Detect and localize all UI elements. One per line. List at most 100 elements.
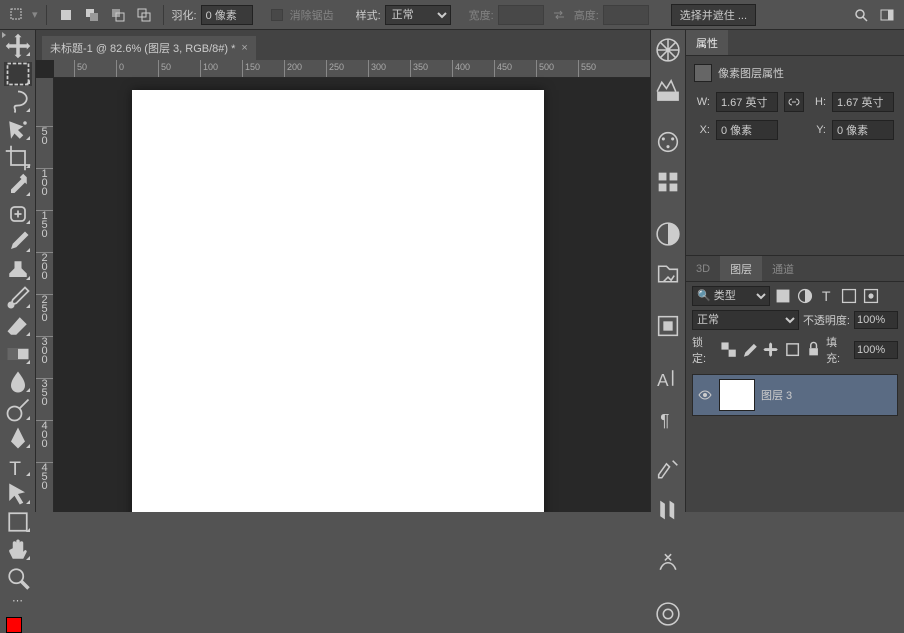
x-input[interactable] (716, 120, 778, 140)
link-wh-icon[interactable] (784, 92, 804, 112)
filter-smart-icon[interactable] (862, 287, 880, 305)
feather-label: 羽化: (172, 7, 197, 23)
select-and-mask-button[interactable]: 选择并遮住 ... (671, 4, 756, 26)
fill-label: 填充: (826, 334, 850, 366)
fill-input[interactable] (854, 341, 898, 359)
panel-strip: A ¶ (650, 30, 686, 512)
brush-settings-icon[interactable] (654, 456, 682, 484)
canvas-wrap: 50050100150200250300350400450500550 5010… (36, 60, 650, 512)
type-tool[interactable]: T (4, 454, 32, 478)
antialias-label: 消除锯齿 (290, 7, 334, 23)
document-tabbar: 未标题-1 @ 82.6% (图层 3, RGB/8#) * × (36, 30, 650, 60)
hand-tool[interactable] (4, 538, 32, 562)
lock-pixels-icon[interactable] (741, 341, 758, 359)
stamp-tool[interactable] (4, 258, 32, 282)
close-icon[interactable]: × (241, 42, 247, 54)
h-input[interactable] (832, 92, 894, 112)
search-icon[interactable] (850, 4, 872, 26)
marquee-tool[interactable] (4, 62, 32, 86)
half-circle-icon[interactable] (654, 220, 682, 248)
clone-source-icon[interactable] (654, 548, 682, 576)
healing-tool[interactable] (4, 202, 32, 226)
workspace-icon[interactable] (876, 4, 898, 26)
document-tab[interactable]: 未标题-1 @ 82.6% (图层 3, RGB/8#) * × (42, 36, 256, 60)
swap-wh-icon (548, 4, 570, 26)
lock-artboard-icon[interactable] (784, 341, 801, 359)
libraries-panel-icon[interactable] (654, 260, 682, 288)
layer-thumbnail[interactable] (719, 379, 755, 411)
pen-tool[interactable] (4, 426, 32, 450)
tab-layers[interactable]: 图层 (720, 256, 762, 281)
tab-channels[interactable]: 通道 (762, 256, 804, 281)
lock-transparent-icon[interactable] (720, 341, 737, 359)
subtract-selection-icon[interactable] (107, 4, 129, 26)
layer-item[interactable]: 图层 3 (692, 374, 898, 416)
crop-tool[interactable] (4, 146, 32, 170)
vertical-ruler[interactable]: 50100150200250300350400450 (36, 78, 54, 512)
feather-input[interactable] (201, 5, 253, 25)
layer-filter-select[interactable]: 🔍 类型 (692, 286, 770, 306)
add-selection-icon[interactable] (81, 4, 103, 26)
adjustments-panel-icon[interactable] (654, 128, 682, 156)
dodge-tool[interactable] (4, 398, 32, 422)
actions-panel-icon[interactable] (654, 600, 682, 628)
move-tool[interactable] (4, 34, 32, 58)
w-input[interactable] (716, 92, 778, 112)
history-brush-tool[interactable] (4, 286, 32, 310)
document-tab-title: 未标题-1 @ 82.6% (图层 3, RGB/8#) * (50, 40, 235, 56)
lasso-tool[interactable] (4, 90, 32, 114)
properties-title: 像素图层属性 (718, 65, 784, 81)
history-panel-icon[interactable] (654, 312, 682, 340)
character-panel-icon[interactable]: A (654, 364, 682, 392)
style-select[interactable]: 正常 (385, 5, 451, 25)
blur-tool[interactable] (4, 370, 32, 394)
options-bar: ▾ 羽化: 消除锯齿 样式: 正常 宽度: 高度: 选择并遮住 ... (0, 0, 904, 30)
height-input (603, 5, 649, 25)
foreground-color[interactable] (6, 617, 22, 633)
horizontal-ruler[interactable]: 50050100150200250300350400450500550 (54, 60, 650, 78)
height-label: 高度: (574, 7, 599, 23)
tab-properties[interactable]: 属性 (686, 30, 728, 55)
filter-adjustment-icon[interactable] (796, 287, 814, 305)
eraser-tool[interactable] (4, 314, 32, 338)
styles-panel-icon[interactable] (654, 168, 682, 196)
filter-pixel-icon[interactable] (774, 287, 792, 305)
intersect-selection-icon[interactable] (133, 4, 155, 26)
layers-tabs: 3D 图层 通道 (686, 256, 904, 282)
toolbar: T ⋯ (0, 30, 36, 512)
layer-name: 图层 3 (761, 387, 792, 403)
zoom-tool[interactable] (4, 566, 32, 590)
layers-panel: 🔍 类型 T 正常 不透明度: 锁定: 填充: (686, 282, 904, 512)
more-tools-icon[interactable]: ⋯ (4, 594, 32, 607)
width-label: 宽度: (469, 7, 494, 23)
y-input[interactable] (832, 120, 894, 140)
new-selection-icon[interactable] (55, 4, 77, 26)
lock-all-icon[interactable] (805, 341, 822, 359)
h-label: H: (810, 96, 826, 108)
filter-type-icon[interactable]: T (818, 287, 836, 305)
eyedropper-tool[interactable] (4, 174, 32, 198)
shape-tool[interactable] (4, 510, 32, 534)
blend-mode-select[interactable]: 正常 (692, 310, 799, 330)
brushes-panel-icon[interactable] (654, 496, 682, 524)
quick-select-tool[interactable] (4, 118, 32, 142)
filter-shape-icon[interactable] (840, 287, 858, 305)
svg-text:T: T (9, 459, 21, 480)
properties-panel: 像素图层属性 W: H: X: Y: (686, 56, 904, 256)
document-area: 未标题-1 @ 82.6% (图层 3, RGB/8#) * × 5005010… (36, 30, 650, 512)
tab-3d[interactable]: 3D (686, 256, 720, 281)
lock-label: 锁定: (692, 334, 716, 366)
antialias-checkbox (271, 9, 283, 21)
opacity-input[interactable] (854, 311, 898, 329)
gradient-tool[interactable] (4, 342, 32, 366)
visibility-icon[interactable] (697, 387, 713, 403)
brush-tool[interactable] (4, 230, 32, 254)
paragraph-panel-icon[interactable]: ¶ (654, 404, 682, 432)
canvas[interactable] (132, 90, 544, 512)
swatches-panel-icon[interactable] (654, 76, 682, 104)
color-panel-icon[interactable] (654, 36, 682, 64)
lock-position-icon[interactable] (762, 341, 779, 359)
path-select-tool[interactable] (4, 482, 32, 506)
tool-preset-icon[interactable] (6, 4, 28, 26)
svg-text:T: T (822, 288, 831, 304)
